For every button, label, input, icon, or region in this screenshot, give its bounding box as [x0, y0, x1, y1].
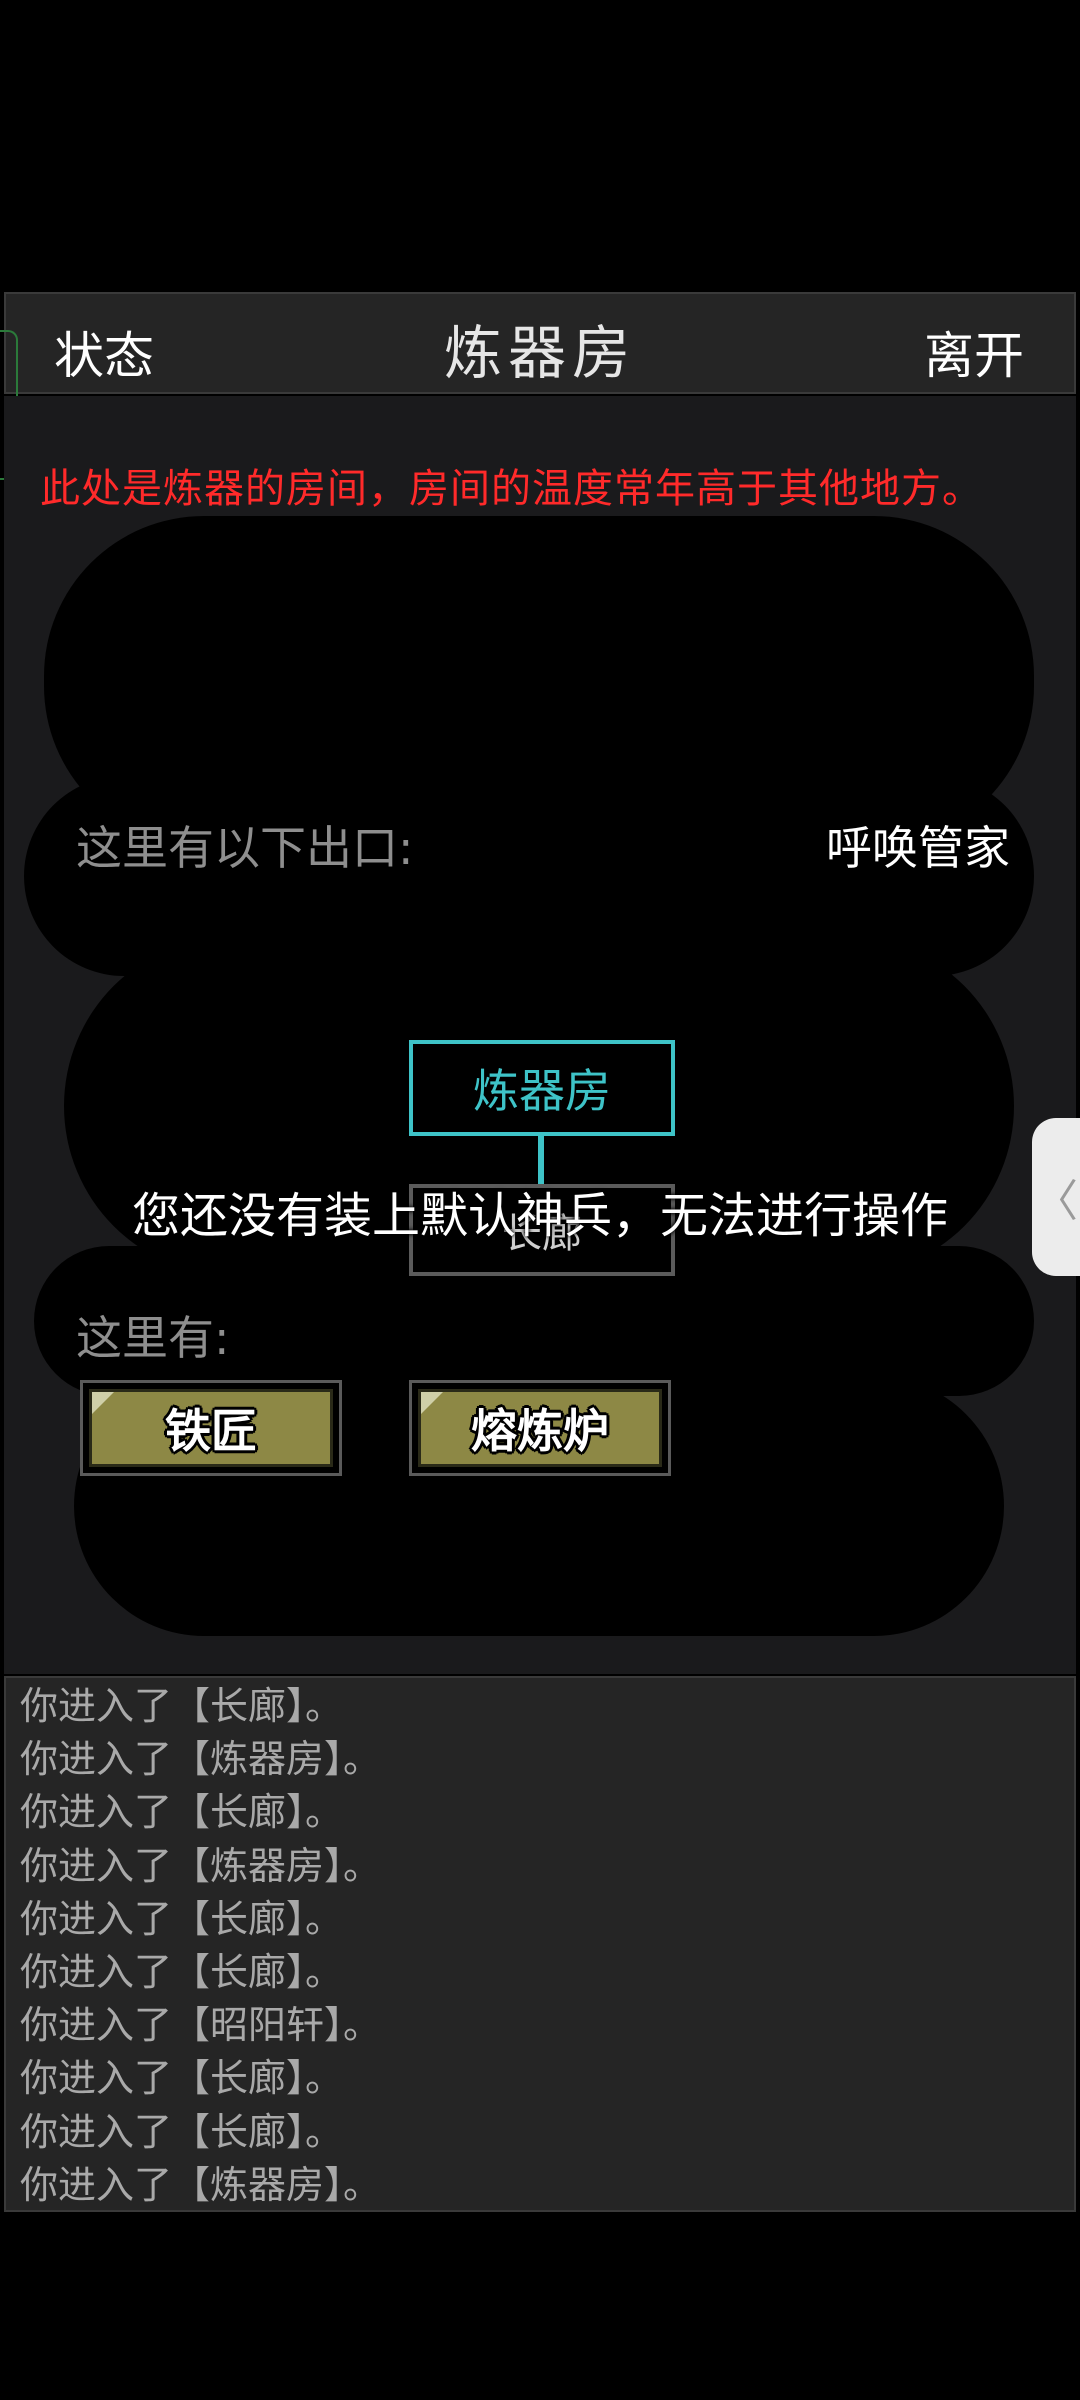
- map-room-current[interactable]: 炼器房: [409, 1040, 675, 1136]
- log-line: 你进入了【炼器房】。: [20, 2162, 382, 2207]
- npc-button-furnace[interactable]: 熔炼炉: [409, 1380, 671, 1476]
- npc-button-blacksmith[interactable]: 铁匠: [80, 1380, 342, 1476]
- screen: 状态 炼器房 离开 此处是炼器的房间，房间的温度常年高于其他地方。 这里有以下出…: [0, 0, 1080, 2400]
- log-line: 你进入了【长廊】。: [20, 2056, 344, 2101]
- log-line: 你进入了【长廊】。: [20, 2109, 344, 2154]
- summon-butler-button[interactable]: 呼唤管家: [826, 812, 1010, 878]
- log-line: 你进入了【炼器房】。: [20, 1737, 382, 1782]
- room-title: 炼器房: [443, 319, 636, 387]
- log-line: 你进入了【长廊】。: [20, 1949, 344, 1994]
- here-label: 这里有:: [76, 1311, 230, 1365]
- chevron-left-icon: 〈: [1034, 1176, 1078, 1227]
- message-log: 你进入了【长廊】。 你进入了【炼器房】。 你进入了【长廊】。 你进入了【炼器房】…: [4, 1676, 1076, 2212]
- exits-label: 这里有以下出口:: [76, 821, 414, 875]
- npc-button-label: 熔炼炉: [418, 1389, 662, 1467]
- toast-message: 您还没有装上默认神兵，无法进行操作: [131, 1188, 948, 1244]
- npc-button-label: 铁匠: [89, 1389, 333, 1467]
- log-line: 你进入了【长廊】。: [20, 1684, 344, 1728]
- log-line: 你进入了【昭阳轩】。: [20, 2003, 382, 2048]
- top-bar: 状态 炼器房 离开: [4, 292, 1076, 394]
- log-line: 你进入了【长廊】。: [20, 1790, 344, 1835]
- side-drawer-handle[interactable]: 〈: [1032, 1118, 1080, 1276]
- log-line: 你进入了【长廊】。: [20, 1896, 344, 1941]
- room-description: 此处是炼器的房间，房间的温度常年高于其他地方。: [40, 466, 983, 512]
- leave-button[interactable]: 离开: [924, 316, 1024, 388]
- log-line: 你进入了【炼器房】。: [20, 1843, 382, 1888]
- scene-panel: 此处是炼器的房间，房间的温度常年高于其他地方。 这里有以下出口: 呼唤管家 炼器…: [4, 396, 1076, 1674]
